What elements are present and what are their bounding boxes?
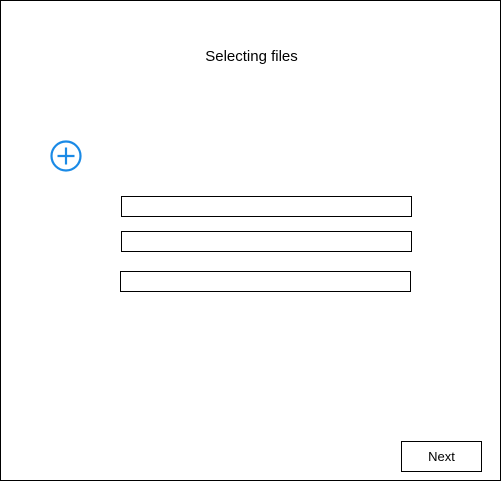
page-title: Selecting files — [205, 48, 298, 65]
next-button[interactable]: Next — [401, 441, 482, 472]
add-file-button[interactable] — [49, 139, 83, 173]
plus-circle-icon — [50, 140, 82, 172]
file-input-1[interactable] — [121, 196, 412, 217]
dialog-frame: Selecting files Next — [0, 0, 501, 481]
file-input-3[interactable] — [120, 271, 411, 292]
file-input-2[interactable] — [121, 231, 412, 252]
